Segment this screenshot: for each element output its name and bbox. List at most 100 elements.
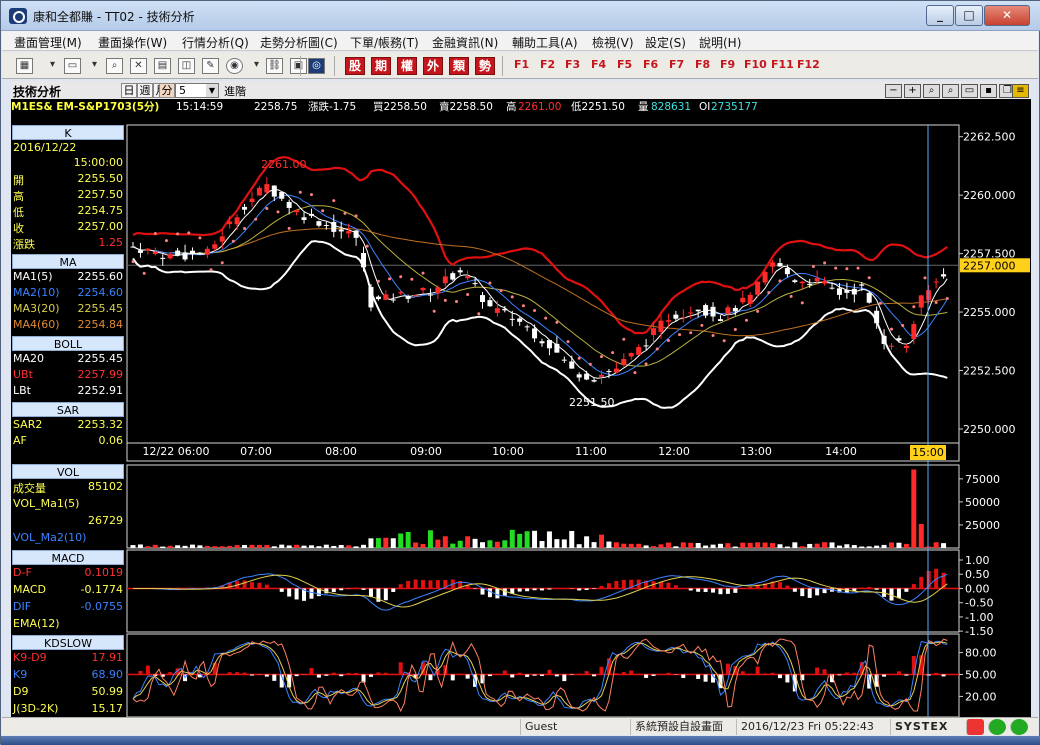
candle-body: [584, 374, 589, 380]
menu-financial-info[interactable]: 金融資訊(N): [432, 34, 498, 51]
sar-dot: [410, 278, 413, 281]
volume-bar: [160, 547, 165, 548]
f4-button[interactable]: F4: [591, 58, 606, 71]
candle-body: [302, 217, 307, 220]
sar-dot: [511, 295, 514, 298]
volume-bar: [547, 531, 552, 548]
kd-tick-label: 80.00: [965, 647, 997, 660]
sar-dot: [399, 275, 402, 278]
close-chart-icon[interactable]: ✕: [130, 58, 147, 74]
kd-bar: [852, 673, 856, 675]
candle-body: [889, 346, 894, 347]
macd-bar: [488, 588, 492, 597]
layout-icon[interactable]: ▦: [16, 58, 33, 74]
f5-button[interactable]: F5: [617, 58, 632, 71]
trend-button[interactable]: 勢: [475, 57, 495, 75]
kd-bar: [599, 667, 603, 675]
price-tick-label: 2255.000: [963, 306, 1016, 319]
volume-bar: [131, 545, 136, 548]
maximize-button[interactable]: □: [955, 5, 983, 26]
candle-body: [703, 305, 708, 316]
sar-dot: [678, 333, 681, 336]
volume-bar: [792, 542, 797, 548]
crosshair: 15:00: [910, 125, 946, 717]
menu-aux-tools[interactable]: 輔助工具(A): [512, 34, 578, 51]
macd-bar: [585, 588, 589, 590]
f2-button[interactable]: F2: [540, 58, 555, 71]
stock-button[interactable]: 股: [345, 57, 365, 75]
volume-bar: [212, 546, 217, 548]
split-icon[interactable]: ◫: [178, 58, 195, 74]
price-tick-label: 2262.500: [963, 131, 1016, 144]
volume-bar: [346, 545, 351, 548]
dropdown-icon[interactable]: ▾: [248, 58, 265, 74]
technical-chart-panel: 技術分析 日 週 月 分 5▼ 進階 − + ⌕ ⌕ ▭ ▪ ❐ ≡ M1ES&…: [11, 81, 1031, 717]
link-icon[interactable]: ⛓: [266, 58, 283, 74]
volume-bar: [279, 545, 284, 548]
candle-body: [822, 281, 827, 283]
f7-button[interactable]: F7: [669, 58, 684, 71]
volume-bar: [190, 545, 195, 548]
minimize-button[interactable]: _: [926, 5, 954, 26]
note-icon[interactable]: ▣: [290, 58, 307, 74]
f10-button[interactable]: F10: [744, 58, 767, 71]
volume-bar: [339, 545, 344, 548]
kd-bar: [748, 674, 752, 675]
volume-bar: [242, 545, 247, 548]
f8-button[interactable]: F8: [695, 58, 710, 71]
f9-button[interactable]: F9: [720, 58, 735, 71]
f6-button[interactable]: F6: [643, 58, 658, 71]
candle-body: [673, 315, 678, 319]
menu-trend-chart[interactable]: 走勢分析圖(C): [260, 34, 338, 51]
volume-bar: [658, 544, 663, 548]
close-button[interactable]: ✕: [984, 5, 1030, 26]
menu-screen-ops[interactable]: 畫面操作(W): [98, 34, 167, 51]
macd-bar: [332, 588, 336, 592]
foreign-button[interactable]: 外: [423, 57, 443, 75]
vol-tick-label: 25000: [965, 519, 1000, 532]
menu-screen-manage[interactable]: 畫面管理(M): [14, 34, 82, 51]
futures-button[interactable]: 期: [371, 57, 391, 75]
chart-canvas[interactable]: 2262.5002260.0002257.5002255.0002252.500…: [11, 81, 1031, 717]
menu-order-account[interactable]: 下單/帳務(T): [350, 34, 419, 51]
kd-bar: [295, 675, 299, 677]
sar-dot: [533, 309, 536, 312]
options-button[interactable]: 權: [397, 57, 417, 75]
macd-bar: [904, 588, 908, 591]
grid-icon[interactable]: ▤: [154, 58, 171, 74]
menu-settings[interactable]: 設定(S): [645, 34, 686, 51]
sar-dot: [388, 277, 391, 280]
volume-bar: [435, 540, 440, 548]
menu-view[interactable]: 檢視(V): [592, 34, 634, 51]
f1-button[interactable]: F1: [514, 58, 529, 71]
monitor-icon[interactable]: ▭: [64, 58, 81, 74]
volume-bar: [428, 530, 433, 548]
volume-bar: [867, 546, 872, 548]
volume-bar: [711, 545, 716, 548]
kd-bar: [614, 673, 618, 674]
menu-quote-analysis[interactable]: 行情分析(Q): [182, 34, 249, 51]
candle-body: [435, 287, 440, 293]
f11-button[interactable]: F11: [771, 58, 794, 71]
sar-dot: [767, 291, 770, 294]
macd-bar: [607, 583, 611, 588]
dropdown-icon[interactable]: ▾: [44, 58, 61, 74]
search-icon[interactable]: ⌕: [106, 58, 123, 74]
sar-dot: [845, 267, 848, 270]
candle-body: [777, 263, 782, 266]
f3-button[interactable]: F3: [565, 58, 580, 71]
menu-help[interactable]: 說明(H): [699, 34, 741, 51]
category-button[interactable]: 類: [449, 57, 469, 75]
candle-body: [153, 252, 158, 254]
globe-icon[interactable]: ◉: [226, 58, 243, 74]
macd-bar: [414, 579, 418, 588]
f12-button[interactable]: F12: [797, 58, 820, 71]
home-icon[interactable]: ◎: [308, 58, 325, 74]
alert-icon[interactable]: [966, 719, 984, 735]
dropdown-icon[interactable]: ▾: [86, 58, 103, 74]
sar-dot: [299, 191, 302, 194]
kd-bar: [637, 674, 641, 675]
time-tick-label: 12/22 06:00: [143, 445, 210, 458]
volume-bar: [837, 546, 842, 548]
edit-icon[interactable]: ✎: [202, 58, 219, 74]
